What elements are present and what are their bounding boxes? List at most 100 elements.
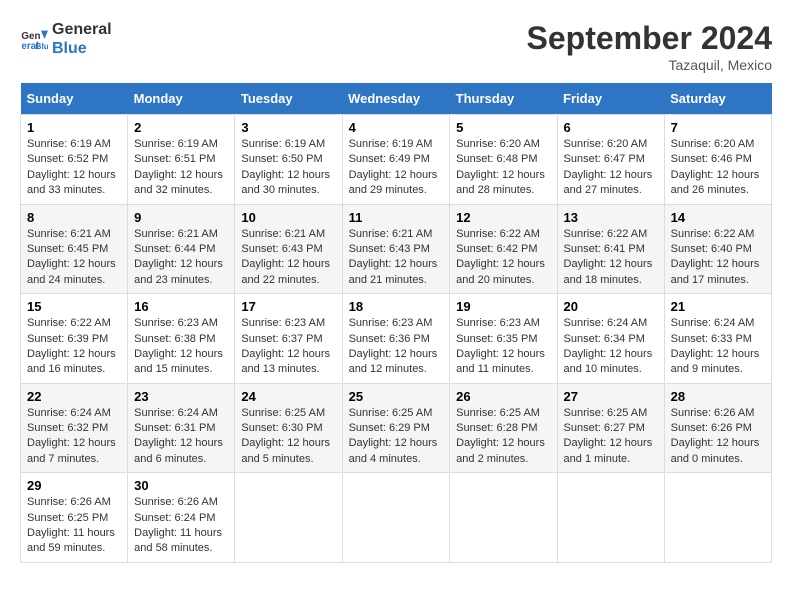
calendar-cell — [450, 473, 557, 563]
calendar-cell: 2 Sunrise: 6:19 AMSunset: 6:51 PMDaylight… — [128, 115, 235, 205]
day-info: Sunrise: 6:25 AMSunset: 6:30 PMDaylight:… — [241, 406, 335, 468]
calendar-cell: 10 Sunrise: 6:21 AMSunset: 6:43 PMDayligh… — [235, 204, 342, 294]
day-number: 11 — [349, 210, 444, 225]
day-number: 17 — [241, 299, 335, 314]
month-title: September 2024 — [527, 20, 772, 57]
day-number: 1 — [27, 120, 121, 135]
day-number: 5 — [456, 120, 550, 135]
day-info: Sunrise: 6:21 AMSunset: 6:43 PMDaylight:… — [349, 227, 444, 289]
day-info: Sunrise: 6:24 AMSunset: 6:34 PMDaylight:… — [564, 316, 658, 378]
day-number: 2 — [134, 120, 228, 135]
day-number: 4 — [349, 120, 444, 135]
calendar-cell: 25Sunrise: 6:25 AMSunset: 6:29 PMDayligh… — [342, 383, 450, 473]
day-info: Sunrise: 6:24 AMSunset: 6:32 PMDaylight:… — [27, 406, 121, 468]
day-number: 28 — [671, 389, 765, 404]
day-info: Sunrise: 6:21 AMSunset: 6:44 PMDaylight:… — [134, 227, 228, 289]
day-info: Sunrise: 6:21 AMSunset: 6:43 PMDaylight:… — [241, 227, 335, 289]
calendar-cell — [664, 473, 771, 563]
weekday-header-monday: Monday — [128, 83, 235, 115]
day-info: Sunrise: 6:26 AMSunset: 6:24 PMDaylight:… — [134, 495, 228, 557]
calendar-cell: 6 Sunrise: 6:20 AMSunset: 6:47 PMDaylight… — [557, 115, 664, 205]
day-info: Sunrise: 6:24 AMSunset: 6:33 PMDaylight:… — [671, 316, 765, 378]
calendar-cell — [235, 473, 342, 563]
day-info: Sunrise: 6:22 AMSunset: 6:42 PMDaylight:… — [456, 227, 550, 289]
day-info: Sunrise: 6:23 AMSunset: 6:37 PMDaylight:… — [241, 316, 335, 378]
calendar-cell: 11 Sunrise: 6:21 AMSunset: 6:43 PMDayligh… — [342, 204, 450, 294]
calendar-cell: 26 Sunrise: 6:25 AMSunset: 6:28 PMDayligh… — [450, 383, 557, 473]
day-number: 14 — [671, 210, 765, 225]
day-info: Sunrise: 6:25 AMSunset: 6:29 PMDaylight:… — [349, 406, 444, 468]
calendar-cell: 14 Sunrise: 6:22 AMSunset: 6:40 PMDayligh… — [664, 204, 771, 294]
calendar-cell: 3 Sunrise: 6:19 AMSunset: 6:50 PMDaylight… — [235, 115, 342, 205]
day-info: Sunrise: 6:22 AMSunset: 6:40 PMDaylight:… — [671, 227, 765, 289]
calendar-cell: 4 Sunrise: 6:19 AMSunset: 6:49 PMDaylight… — [342, 115, 450, 205]
weekday-header-tuesday: Tuesday — [235, 83, 342, 115]
day-info: Sunrise: 6:19 AMSunset: 6:52 PMDaylight:… — [27, 137, 121, 199]
calendar-cell: 20 Sunrise: 6:24 AMSunset: 6:34 PMDayligh… — [557, 294, 664, 384]
calendar-cell: 24 Sunrise: 6:25 AMSunset: 6:30 PMDayligh… — [235, 383, 342, 473]
day-number: 20 — [564, 299, 658, 314]
day-number: 26 — [456, 389, 550, 404]
logo: Gen eral Blue General Blue — [20, 20, 112, 58]
day-number: 30 — [134, 478, 228, 493]
day-info: Sunrise: 6:19 AMSunset: 6:49 PMDaylight:… — [349, 137, 444, 199]
calendar-cell — [342, 473, 450, 563]
day-info: Sunrise: 6:21 AMSunset: 6:45 PMDaylight:… — [27, 227, 121, 289]
day-info: Sunrise: 6:20 AMSunset: 6:47 PMDaylight:… — [564, 137, 658, 199]
location: Tazaquil, Mexico — [527, 57, 772, 73]
day-info: Sunrise: 6:24 AMSunset: 6:31 PMDaylight:… — [134, 406, 228, 468]
day-info: Sunrise: 6:26 AMSunset: 6:26 PMDaylight:… — [671, 406, 765, 468]
calendar-cell: 30 Sunrise: 6:26 AMSunset: 6:24 PMDayligh… — [128, 473, 235, 563]
calendar-cell: 17 Sunrise: 6:23 AMSunset: 6:37 PMDayligh… — [235, 294, 342, 384]
calendar-cell: 22 Sunrise: 6:24 AMSunset: 6:32 PMDayligh… — [21, 383, 128, 473]
logo-general: General — [52, 20, 112, 39]
calendar-table: SundayMondayTuesdayWednesdayThursdayFrid… — [20, 83, 772, 563]
calendar-cell: 9 Sunrise: 6:21 AMSunset: 6:44 PMDaylight… — [128, 204, 235, 294]
day-number: 10 — [241, 210, 335, 225]
day-number: 12 — [456, 210, 550, 225]
weekday-header-sunday: Sunday — [21, 83, 128, 115]
day-number: 3 — [241, 120, 335, 135]
calendar-cell: 27 Sunrise: 6:25 AMSunset: 6:27 PMDayligh… — [557, 383, 664, 473]
day-number: 19 — [456, 299, 550, 314]
day-number: 8 — [27, 210, 121, 225]
calendar-cell: 8 Sunrise: 6:21 AMSunset: 6:45 PMDaylight… — [21, 204, 128, 294]
day-info: Sunrise: 6:25 AMSunset: 6:28 PMDaylight:… — [456, 406, 550, 468]
calendar-cell: 7Sunrise: 6:20 AMSunset: 6:46 PMDaylight… — [664, 115, 771, 205]
calendar-cell: 19 Sunrise: 6:23 AMSunset: 6:35 PMDayligh… — [450, 294, 557, 384]
day-info: Sunrise: 6:19 AMSunset: 6:51 PMDaylight:… — [134, 137, 228, 199]
calendar-cell: 12 Sunrise: 6:22 AMSunset: 6:42 PMDayligh… — [450, 204, 557, 294]
day-info: Sunrise: 6:19 AMSunset: 6:50 PMDaylight:… — [241, 137, 335, 199]
day-info: Sunrise: 6:25 AMSunset: 6:27 PMDaylight:… — [564, 406, 658, 468]
calendar-cell: 23Sunrise: 6:24 AMSunset: 6:31 PMDayligh… — [128, 383, 235, 473]
calendar-cell: 15Sunrise: 6:22 AMSunset: 6:39 PMDayligh… — [21, 294, 128, 384]
weekday-header-friday: Friday — [557, 83, 664, 115]
day-info: Sunrise: 6:26 AMSunset: 6:25 PMDaylight:… — [27, 495, 121, 557]
weekday-header-thursday: Thursday — [450, 83, 557, 115]
day-number: 27 — [564, 389, 658, 404]
calendar-cell: 1 Sunrise: 6:19 AMSunset: 6:52 PMDaylight… — [21, 115, 128, 205]
logo-blue: Blue — [52, 39, 112, 58]
day-info: Sunrise: 6:22 AMSunset: 6:41 PMDaylight:… — [564, 227, 658, 289]
day-number: 24 — [241, 389, 335, 404]
day-number: 6 — [564, 120, 658, 135]
day-number: 29 — [27, 478, 121, 493]
page-header: Gen eral Blue General Blue September 202… — [20, 20, 772, 73]
weekday-header-saturday: Saturday — [664, 83, 771, 115]
calendar-cell: 5Sunrise: 6:20 AMSunset: 6:48 PMDaylight… — [450, 115, 557, 205]
calendar-cell: 18 Sunrise: 6:23 AMSunset: 6:36 PMDayligh… — [342, 294, 450, 384]
calendar-cell: 21 Sunrise: 6:24 AMSunset: 6:33 PMDayligh… — [664, 294, 771, 384]
day-number: 22 — [27, 389, 121, 404]
day-number: 13 — [564, 210, 658, 225]
day-info: Sunrise: 6:23 AMSunset: 6:36 PMDaylight:… — [349, 316, 444, 378]
day-info: Sunrise: 6:23 AMSunset: 6:35 PMDaylight:… — [456, 316, 550, 378]
svg-text:Blue: Blue — [35, 41, 48, 51]
day-number: 7 — [671, 120, 765, 135]
calendar-cell: 28 Sunrise: 6:26 AMSunset: 6:26 PMDayligh… — [664, 383, 771, 473]
day-number: 9 — [134, 210, 228, 225]
calendar-cell: 29 Sunrise: 6:26 AMSunset: 6:25 PMDayligh… — [21, 473, 128, 563]
day-info: Sunrise: 6:23 AMSunset: 6:38 PMDaylight:… — [134, 316, 228, 378]
day-number: 21 — [671, 299, 765, 314]
day-number: 15 — [27, 299, 121, 314]
day-number: 18 — [349, 299, 444, 314]
